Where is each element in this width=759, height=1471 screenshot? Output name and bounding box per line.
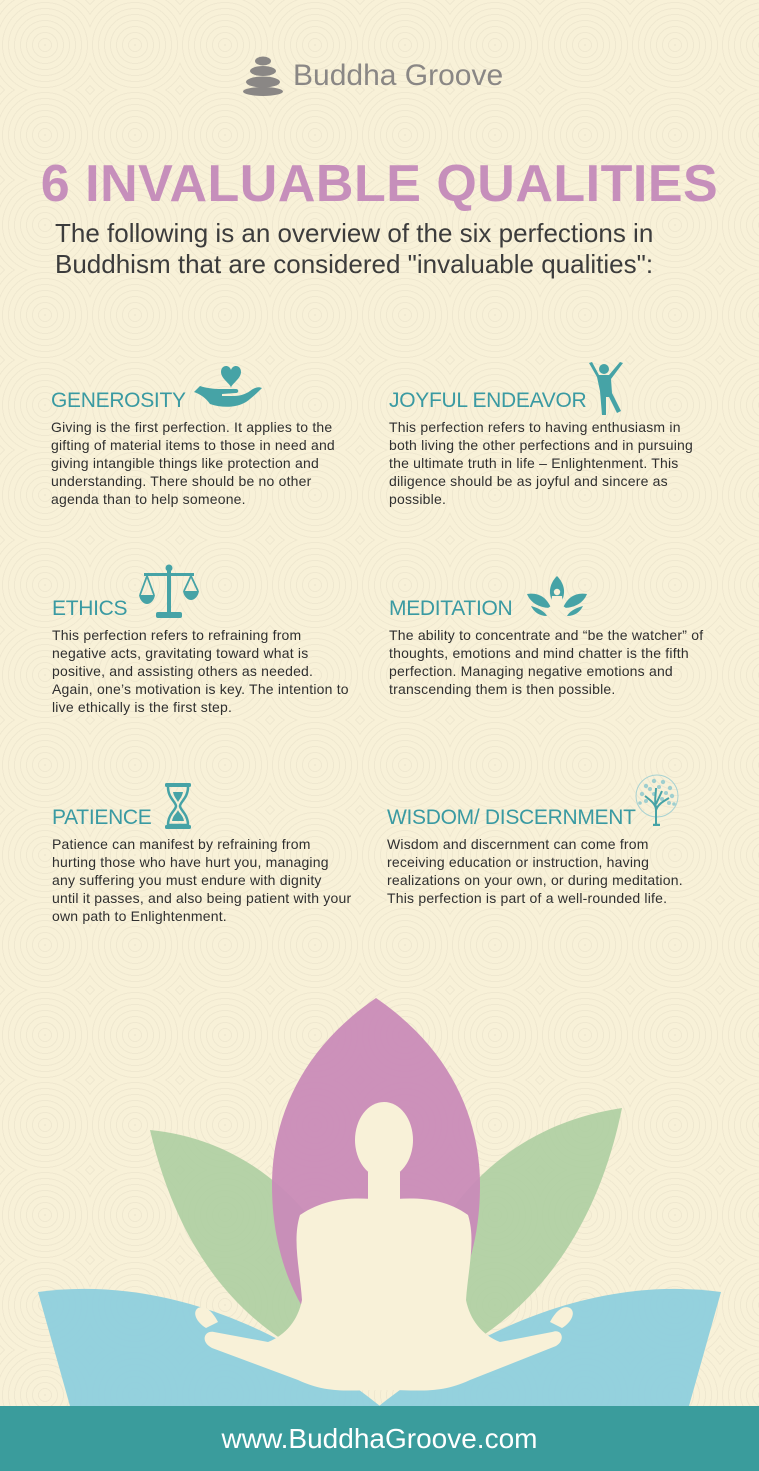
quality-text: The ability to concentrate and “be the w…: [389, 627, 704, 697]
lotus-meditator-illustration: [38, 998, 721, 1406]
scales-icon: [139, 564, 199, 618]
brand-name: Buddha Groove: [293, 59, 504, 92]
quality-title: ETHICS: [52, 597, 128, 620]
page-title: 6 INVALUABLE QUALITIES: [40, 155, 719, 213]
quality-title: PATIENCE: [52, 806, 152, 829]
lotus-meditator-icon: [527, 576, 587, 616]
footer-url-link[interactable]: www.BuddhaGroove.com: [222, 1423, 538, 1455]
quality-text: Patience can manifest by refraining from…: [52, 836, 352, 924]
hand-heart-icon: [194, 366, 262, 407]
hourglass-icon: [165, 783, 191, 829]
tree-icon: [635, 774, 679, 826]
quality-joyful-endeavor: JOYFUL ENDEAVOR This perfection refers t…: [389, 389, 709, 508]
page-subtitle: The following is an overview of the six …: [55, 218, 654, 279]
quality-patience: PATIENCE Patience can manifest by refrai…: [52, 806, 352, 925]
quality-title: JOYFUL ENDEAVOR: [389, 389, 587, 412]
quality-text: Giving is the first perfection. It appli…: [51, 419, 335, 507]
quality-text: This perfection refers to having enthusi…: [389, 419, 693, 507]
quality-text: Wisdom and discernment can come from rec…: [387, 836, 683, 906]
quality-ethics: ETHICS This perfection refers to refrain…: [52, 597, 352, 716]
quality-text: This perfection refers to refraining fro…: [52, 627, 349, 715]
stacked-stones-icon: [243, 56, 283, 96]
joyful-figure-icon: [589, 362, 623, 415]
footer-bar: www.BuddhaGroove.com: [0, 1406, 759, 1471]
